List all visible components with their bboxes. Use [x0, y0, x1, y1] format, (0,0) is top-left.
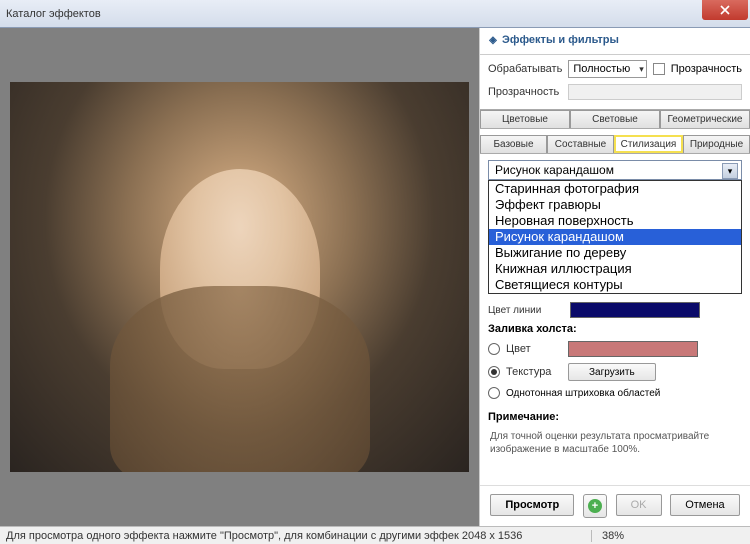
close-icon — [720, 5, 730, 15]
transparency-slider-label: Прозрачность — [488, 86, 562, 98]
preview-pane — [0, 28, 479, 526]
transparency-checkbox[interactable] — [653, 63, 665, 75]
radio-texture[interactable] — [488, 366, 500, 378]
dropdown-item[interactable]: Эффект гравюры — [489, 197, 741, 213]
statusbar-text: Для просмотра одного эффекта нажмите "Пр… — [6, 530, 522, 542]
statusbar-percent: 38% — [591, 530, 744, 542]
process-combo[interactable]: Полностью — [568, 60, 646, 78]
preview-image — [10, 82, 469, 472]
ok-button[interactable]: OK — [616, 494, 662, 516]
window-title: Каталог эффектов — [6, 8, 101, 20]
effect-dropdown-selected[interactable]: Рисунок карандашом — [488, 160, 742, 180]
tab-nature[interactable]: Природные — [683, 135, 750, 153]
note-header: Примечание: — [488, 411, 559, 423]
radio-color-label: Цвет — [506, 343, 562, 355]
note-text: Для точной оценки результата просматрива… — [480, 426, 750, 460]
expand-icon: ◈ — [488, 35, 498, 45]
plus-icon: + — [588, 499, 602, 513]
radio-mono[interactable] — [488, 387, 500, 399]
add-button[interactable]: + — [583, 494, 607, 518]
tabs-row-1: Цветовые Световые Геометрические — [480, 109, 750, 129]
tab-light[interactable]: Световые — [570, 110, 660, 128]
radio-color[interactable] — [488, 343, 500, 355]
dropdown-item[interactable]: Книжная иллюстрация — [489, 261, 741, 277]
fill-color-swatch[interactable] — [568, 341, 698, 357]
line-color-label: Цвет линии — [488, 305, 562, 316]
transparency-checkbox-label: Прозрачность — [671, 63, 742, 75]
tab-basic[interactable]: Базовые — [480, 135, 547, 153]
titlebar: Каталог эффектов — [0, 0, 750, 28]
process-label: Обрабатывать — [488, 63, 562, 75]
dropdown-item[interactable]: Старинная фотография — [489, 181, 741, 197]
tab-color[interactable]: Цветовые — [480, 110, 570, 128]
tab-geometric[interactable]: Геометрические — [660, 110, 750, 128]
radio-mono-label: Однотонная штриховка областей — [506, 388, 660, 399]
preview-button[interactable]: Просмотр — [490, 494, 574, 516]
effect-dropdown[interactable]: Рисунок карандашом Старинная фотография … — [488, 160, 742, 180]
transparency-slider[interactable] — [568, 84, 742, 100]
fill-header: Заливка холста: — [488, 323, 577, 335]
tab-stylization[interactable]: Стилизация — [614, 135, 683, 153]
divider — [480, 54, 750, 55]
close-button[interactable] — [702, 0, 748, 20]
effects-panel: ◈ Эффекты и фильтры Обрабатывать Полност… — [479, 28, 750, 526]
action-buttons: Просмотр + OK Отмена — [480, 485, 750, 526]
dropdown-item[interactable]: Светящиеся контуры — [489, 277, 741, 293]
panel-header[interactable]: ◈ Эффекты и фильтры — [480, 28, 750, 52]
dropdown-item[interactable]: Рисунок карандашом — [489, 229, 741, 245]
effect-dropdown-list: Старинная фотография Эффект гравюры Неро… — [488, 180, 742, 294]
statusbar: Для просмотра одного эффекта нажмите "Пр… — [0, 526, 750, 544]
panel-header-label: Эффекты и фильтры — [502, 34, 619, 46]
dropdown-item[interactable]: Неровная поверхность — [489, 213, 741, 229]
tab-composite[interactable]: Составные — [547, 135, 614, 153]
line-color-swatch[interactable] — [570, 302, 700, 318]
load-button[interactable]: Загрузить — [568, 363, 656, 381]
cancel-button[interactable]: Отмена — [670, 494, 739, 516]
radio-texture-label: Текстура — [506, 366, 562, 378]
tabs-row-2: Базовые Составные Стилизация Природные — [480, 135, 750, 154]
dropdown-item[interactable]: Выжигание по дереву — [489, 245, 741, 261]
